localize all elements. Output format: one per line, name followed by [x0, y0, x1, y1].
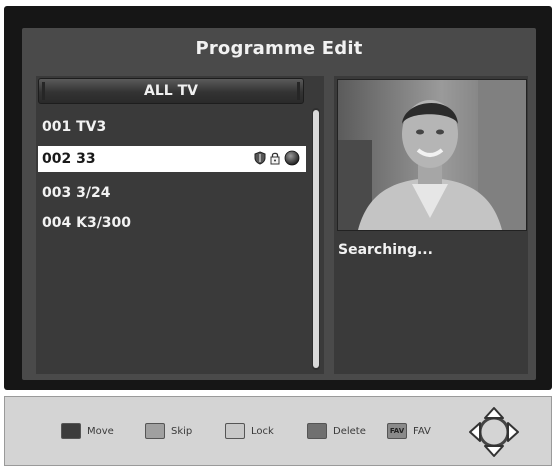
- channel-label: 004 K3/300: [42, 215, 132, 231]
- legend-label: Lock: [251, 425, 274, 437]
- group-right-cap: [297, 82, 300, 100]
- yellow-key-swatch: [225, 423, 245, 439]
- channel-label: 003 3/24: [42, 185, 111, 201]
- legend-fav[interactable]: FAV FAV: [387, 423, 431, 439]
- fav-key-swatch: FAV: [387, 423, 407, 439]
- legend-delete[interactable]: Delete: [307, 423, 366, 439]
- lock-icon: [270, 152, 280, 165]
- channel-list-scrollbar[interactable]: [312, 108, 320, 370]
- preview-image: [338, 80, 526, 230]
- search-status-text: Searching...: [338, 242, 433, 258]
- channel-row-4[interactable]: 004 K3/300: [38, 210, 306, 236]
- programme-edit-screen: Programme Edit ALL TV 001 TV3 002 33 003…: [22, 28, 536, 380]
- legend-label: Delete: [333, 425, 366, 437]
- channel-group-selector[interactable]: ALL TV: [38, 78, 304, 104]
- legend-label: Skip: [171, 425, 193, 437]
- channel-status-icons: [254, 150, 300, 166]
- legend-label: Move: [87, 425, 114, 437]
- tv-frame: Programme Edit ALL TV 001 TV3 002 33 003…: [4, 6, 552, 390]
- red-key-swatch: [61, 423, 81, 439]
- channel-row-1[interactable]: 001 TV3: [38, 114, 306, 140]
- color-key-legend-bar: Move Skip Lock Delete FAV FAV: [4, 396, 552, 466]
- navigation-dpad-icon: [469, 407, 519, 457]
- channel-row-3[interactable]: 003 3/24: [38, 180, 306, 206]
- scrollbar-thumb[interactable]: [313, 110, 319, 368]
- legend-label: FAV: [413, 425, 431, 437]
- channel-group-label: ALL TV: [144, 83, 198, 99]
- channel-list-panel: ALL TV 001 TV3 002 33 003 3/24 004 K3/30…: [36, 76, 324, 374]
- channel-label: 002 33: [42, 151, 96, 167]
- green-key-swatch: [145, 423, 165, 439]
- blue-key-swatch: [307, 423, 327, 439]
- channel-row-2-selected[interactable]: 002 33: [38, 146, 306, 172]
- group-left-cap: [42, 82, 45, 100]
- channel-label: 001 TV3: [42, 119, 107, 135]
- legend-lock[interactable]: Lock: [225, 423, 274, 439]
- preview-panel: Searching...: [334, 76, 528, 374]
- shield-icon: [254, 151, 266, 165]
- page-title: Programme Edit: [195, 38, 363, 59]
- globe-icon: [284, 150, 300, 166]
- legend-skip[interactable]: Skip: [145, 423, 192, 439]
- video-preview-window: [337, 79, 527, 231]
- legend-move[interactable]: Move: [61, 423, 114, 439]
